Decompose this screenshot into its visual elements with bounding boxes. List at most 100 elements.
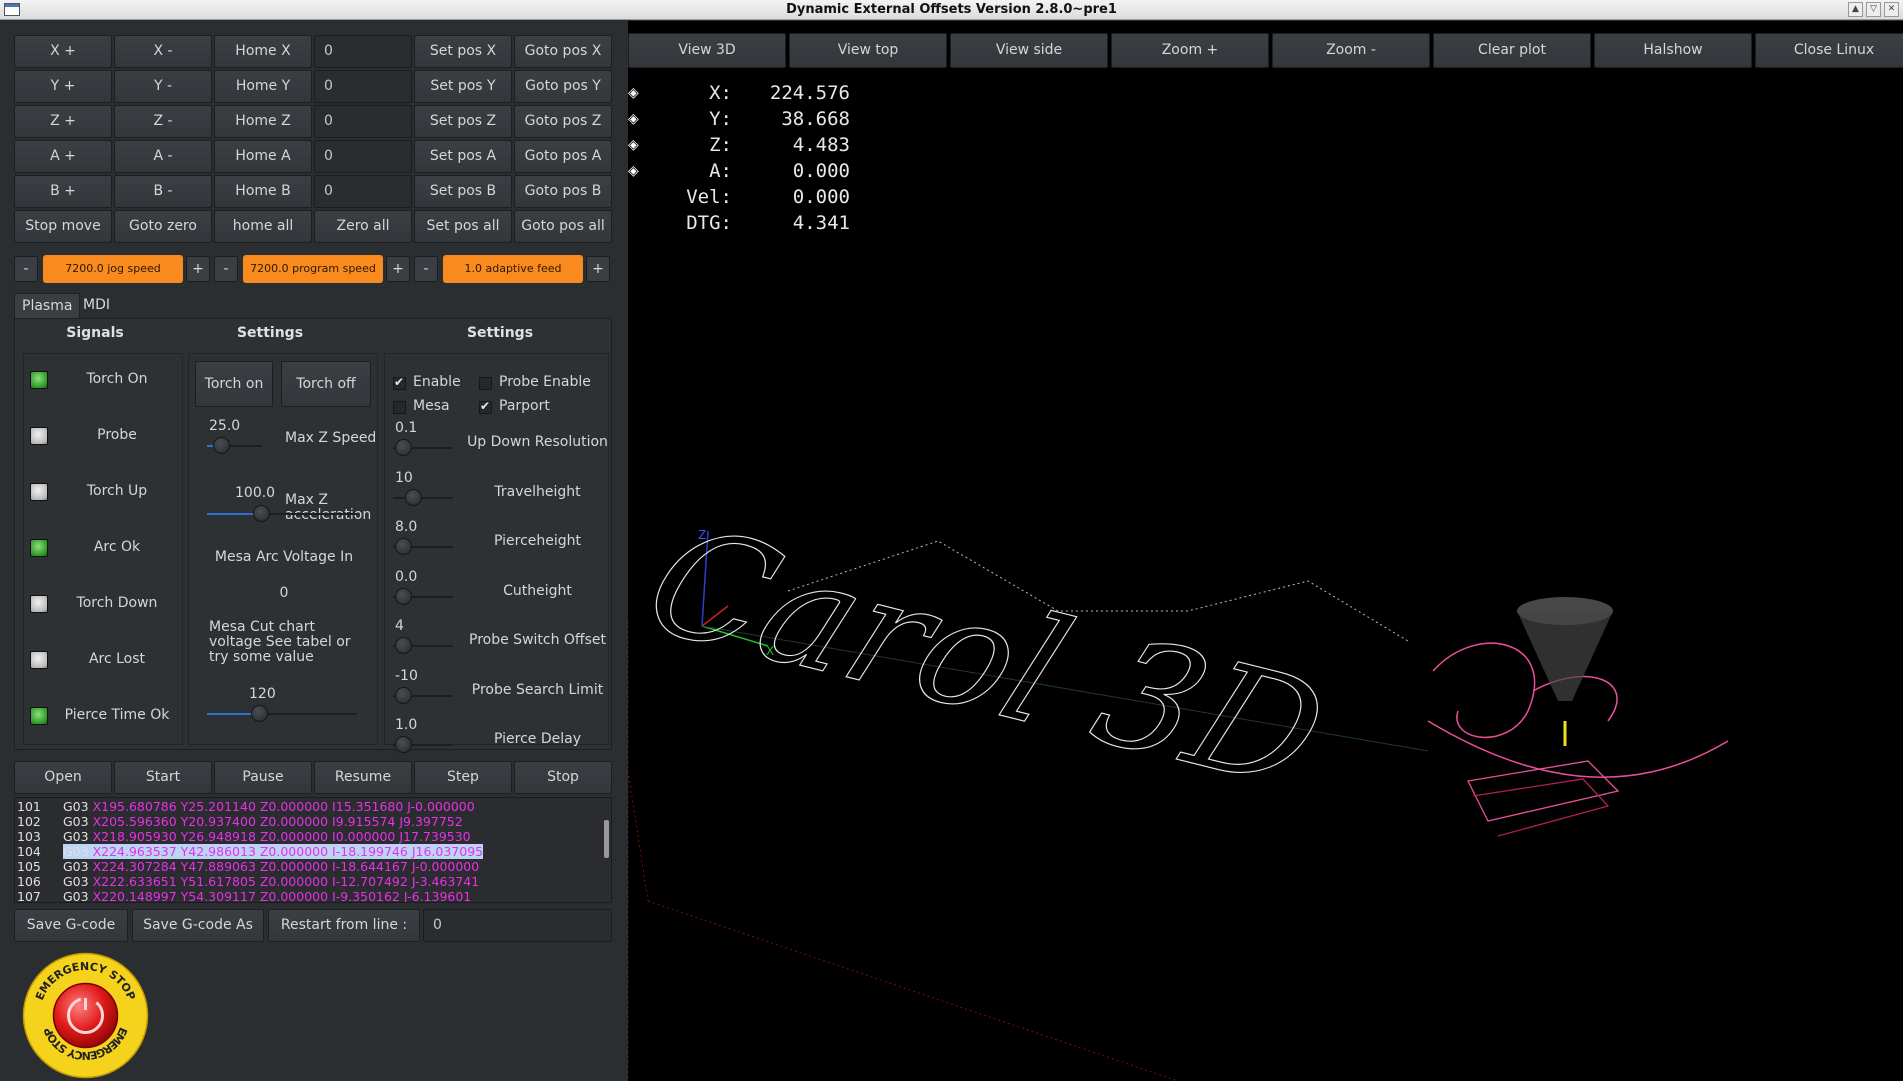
view-button-close-linux[interactable]: Close Linux <box>1755 33 1903 68</box>
torch-off-button[interactable]: Torch off <box>281 361 371 407</box>
param-label: Cutheight <box>503 582 572 599</box>
jog-speed-plus-button[interactable]: + <box>186 256 210 282</box>
z-position-field[interactable]: 0 <box>314 105 412 138</box>
view-button-view-top[interactable]: View top <box>789 33 947 68</box>
x-set-pos-button[interactable]: Set pos X <box>414 35 512 68</box>
line-code: G03 X224.307284 Y47.889063 Z0.000000 I-1… <box>63 859 479 874</box>
set-pos-all-button[interactable]: Set pos all <box>414 210 512 243</box>
param-slider[interactable] <box>395 439 412 456</box>
zero-all-button[interactable]: Zero all <box>314 210 412 243</box>
start-button[interactable]: Start <box>114 761 212 794</box>
adaptive-feed-minus-button[interactable]: - <box>414 256 438 282</box>
gcode-line[interactable]: 107 G03 X220.148997 Y54.309117 Z0.000000 … <box>15 889 611 902</box>
adaptive-feed-slider[interactable]: 1.0 adaptive feed <box>443 255 583 283</box>
z-minus-button[interactable]: Z - <box>114 105 212 138</box>
program-speed-slider[interactable]: 7200.0 program speed <box>243 255 383 283</box>
close-icon[interactable]: ✕ <box>1884 2 1899 17</box>
a-plus-button[interactable]: A + <box>14 140 112 173</box>
gcode-scrollbar[interactable] <box>604 820 609 858</box>
open-button[interactable]: Open <box>14 761 112 794</box>
y-set-pos-button[interactable]: Set pos Y <box>414 70 512 103</box>
dro-axis-label: Z: <box>709 134 732 156</box>
gcode-line[interactable]: 105 G03 X224.307284 Y47.889063 Z0.000000 … <box>15 859 611 874</box>
gcode-listing[interactable]: 107 G03 X220.148997 Y54.309117 Z0.000000 … <box>14 797 612 903</box>
param-slider[interactable] <box>395 538 412 555</box>
b-plus-button[interactable]: B + <box>14 175 112 208</box>
view-button-halshow[interactable]: Halshow <box>1594 33 1752 68</box>
gcode-line[interactable]: 103 G03 X218.905930 Y26.948918 Z0.000000 … <box>15 829 611 844</box>
a-minus-button[interactable]: A - <box>114 140 212 173</box>
mesa-checkbox[interactable] <box>393 401 406 414</box>
param-slider[interactable] <box>395 637 412 654</box>
stop-move-button[interactable]: Stop move <box>14 210 112 243</box>
x-goto-pos-button[interactable]: Goto pos X <box>514 35 612 68</box>
window-icon[interactable] <box>4 3 20 16</box>
param-slider[interactable] <box>395 587 412 605</box>
step-button[interactable]: Step <box>414 761 512 794</box>
a-set-pos-button[interactable]: Set pos A <box>414 140 512 173</box>
b-minus-button[interactable]: B - <box>114 175 212 208</box>
x-minus-button[interactable]: X - <box>114 35 212 68</box>
gcode-line[interactable]: 106 G03 X222.633651 Y51.617805 Z0.000000 … <box>15 874 611 889</box>
signal-label: Probe <box>97 427 137 443</box>
gcode-line[interactable]: 104 G03 X224.963537 Y42.986013 Z0.000000 … <box>15 844 611 859</box>
goto-pos-all-button[interactable]: Goto pos all <box>514 210 612 243</box>
y-plus-button[interactable]: Y + <box>14 70 112 103</box>
z-goto-pos-button[interactable]: Goto pos Z <box>514 105 612 138</box>
tab-plasma[interactable]: Plasma <box>14 293 81 318</box>
restart-from-line-button[interactable]: Restart from line : <box>268 909 420 942</box>
minimize-icon[interactable]: ▲ <box>1848 2 1863 17</box>
mesa-cut-voltage-slider[interactable] <box>251 705 268 722</box>
a-position-field[interactable]: 0 <box>314 140 412 173</box>
z-set-pos-button[interactable]: Set pos Z <box>414 105 512 138</box>
restart-line-field[interactable]: 0 <box>423 909 612 942</box>
view-button-clear-plot[interactable]: Clear plot <box>1433 33 1591 68</box>
max-z-speed-slider[interactable] <box>213 437 230 454</box>
param-slider[interactable] <box>395 736 412 753</box>
x-position-field[interactable]: 0 <box>314 35 412 68</box>
b-home-button[interactable]: Home B <box>214 175 312 208</box>
parport-checkbox[interactable] <box>479 399 492 414</box>
view-button-zoom[interactable]: Zoom - <box>1272 33 1430 68</box>
gcode-line[interactable]: 101 G03 X195.680786 Y25.201140 Z0.000000 … <box>15 799 611 814</box>
z-plus-button[interactable]: Z + <box>14 105 112 138</box>
gcode-line[interactable]: 102 G03 X205.596360 Y20.937400 Z0.000000 … <box>15 814 611 829</box>
y-goto-pos-button[interactable]: Goto pos Y <box>514 70 612 103</box>
signal-led-torch-down <box>30 595 48 613</box>
x-plus-button[interactable]: X + <box>14 35 112 68</box>
resume-button[interactable]: Resume <box>314 761 412 794</box>
save-gcode-as-button[interactable]: Save G-code As <box>132 909 264 942</box>
program-speed-minus-button[interactable]: - <box>214 256 238 282</box>
y-minus-button[interactable]: Y - <box>114 70 212 103</box>
enable-checkbox[interactable] <box>393 375 406 390</box>
goto-zero-button[interactable]: Goto zero <box>114 210 212 243</box>
max-z-accel-slider[interactable] <box>253 505 270 522</box>
y-position-field[interactable]: 0 <box>314 70 412 103</box>
param-slider[interactable] <box>405 488 422 506</box>
jog-speed-slider[interactable]: 7200.0 jog speed <box>43 255 183 283</box>
b-set-pos-button[interactable]: Set pos B <box>414 175 512 208</box>
home-all-button[interactable]: home all <box>214 210 312 243</box>
jog-speed-minus-button[interactable]: - <box>14 256 38 282</box>
torch-on-button[interactable]: Torch on <box>195 361 273 407</box>
a-home-button[interactable]: Home A <box>214 140 312 173</box>
b-goto-pos-button[interactable]: Goto pos B <box>514 175 612 208</box>
view-button-zoom[interactable]: Zoom + <box>1111 33 1269 68</box>
probe-enable-checkbox[interactable] <box>479 377 492 390</box>
maximize-icon[interactable]: ▽ <box>1866 2 1881 17</box>
a-goto-pos-button[interactable]: Goto pos A <box>514 140 612 173</box>
y-home-button[interactable]: Home Y <box>214 70 312 103</box>
adaptive-feed-plus-button[interactable]: + <box>586 256 610 282</box>
view-button-view-3d[interactable]: View 3D <box>628 33 786 68</box>
stop-button[interactable]: Stop <box>514 761 612 794</box>
view-button-view-side[interactable]: View side <box>950 33 1108 68</box>
param-slider[interactable] <box>395 686 412 704</box>
b-position-field[interactable]: 0 <box>314 175 412 208</box>
x-home-button[interactable]: Home X <box>214 35 312 68</box>
save-gcode-button[interactable]: Save G-code <box>14 909 128 942</box>
emergency-stop-button[interactable]: EMERGENCY STOP EMERGENCY STOP <box>22 952 149 1079</box>
tab-mdi[interactable]: MDI <box>76 293 117 318</box>
z-home-button[interactable]: Home Z <box>214 105 312 138</box>
program-speed-plus-button[interactable]: + <box>386 256 410 282</box>
pause-button[interactable]: Pause <box>214 761 312 794</box>
